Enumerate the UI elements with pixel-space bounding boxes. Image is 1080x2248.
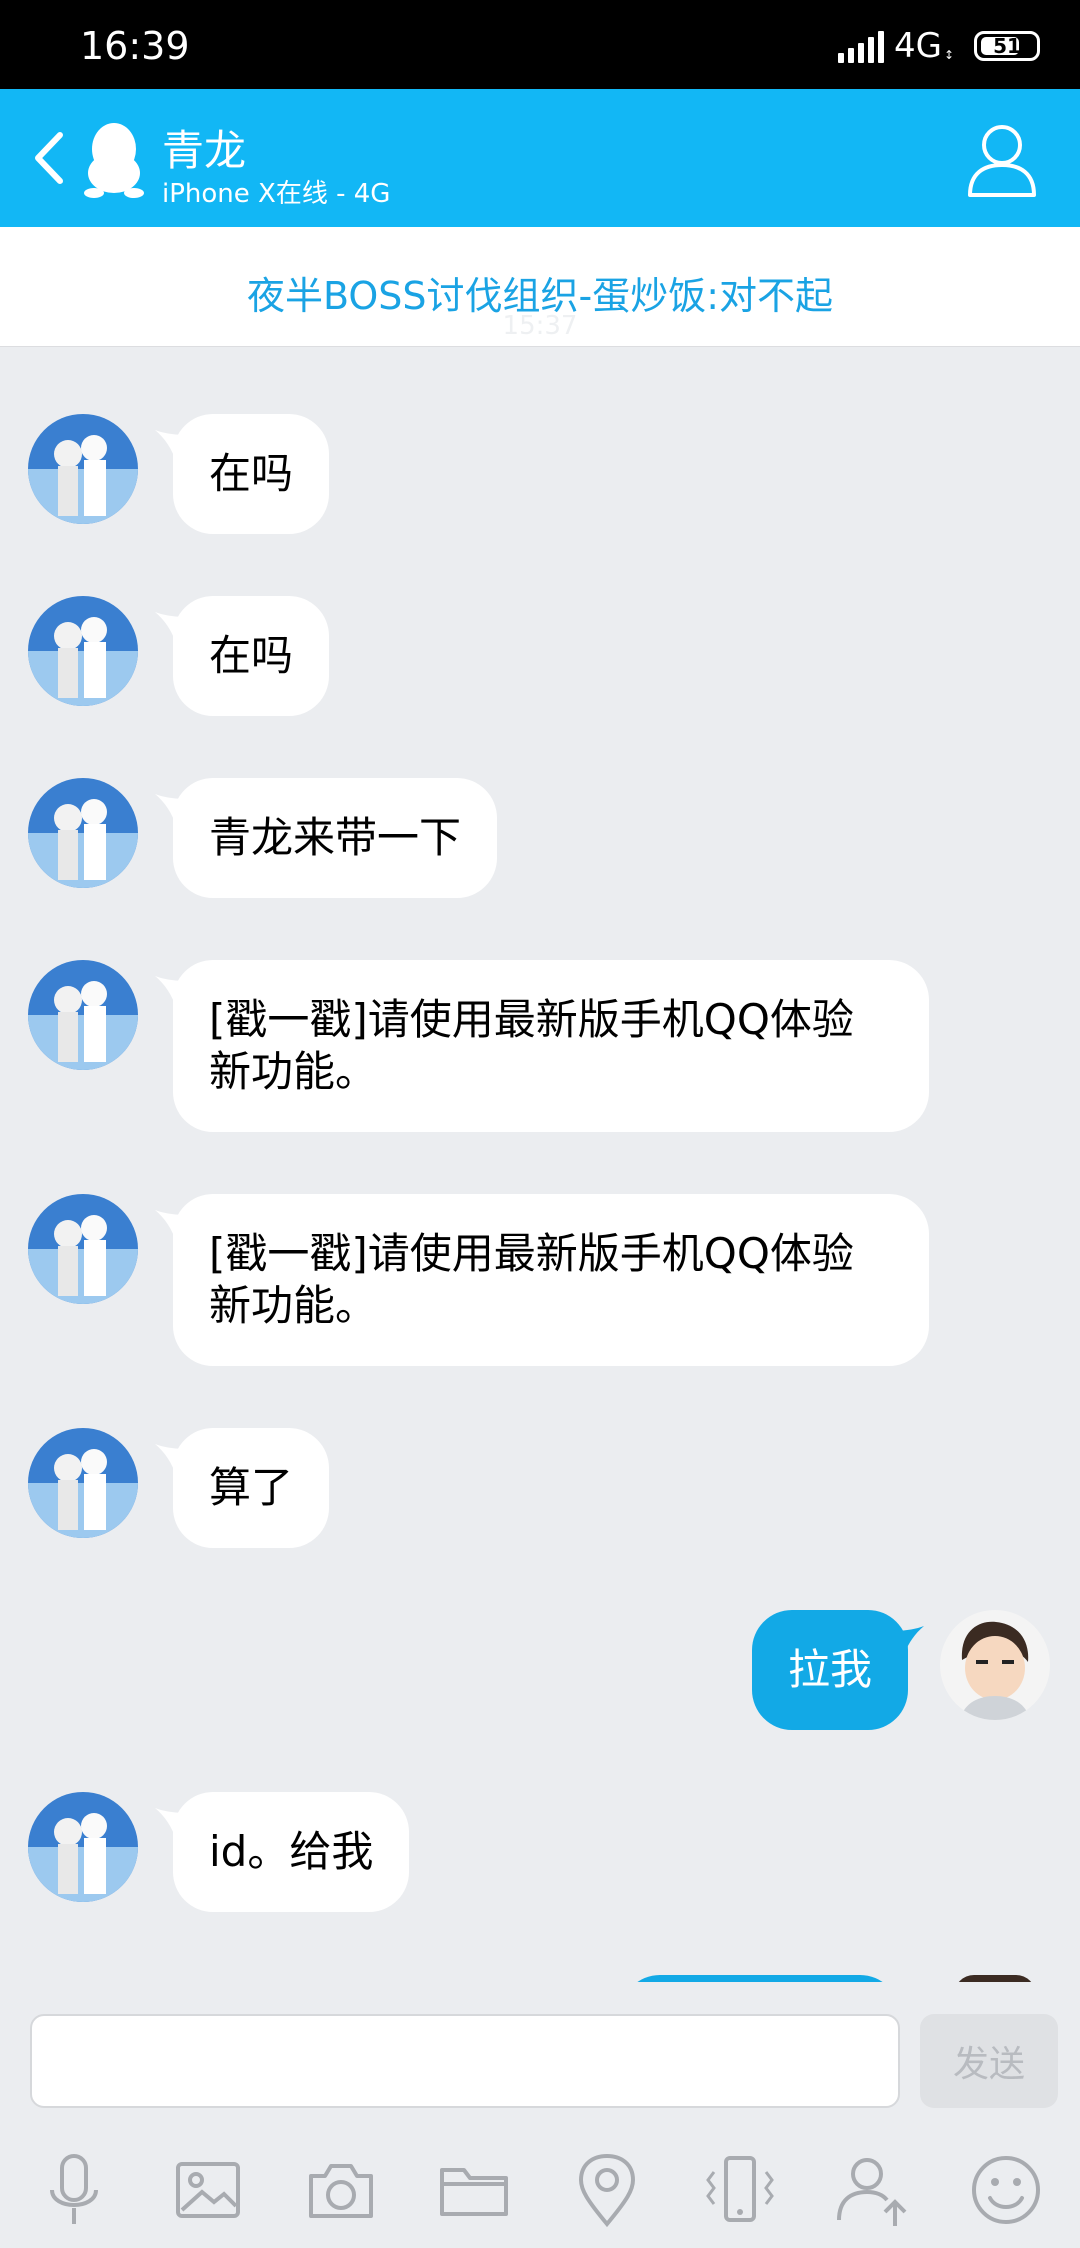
folder-icon[interactable] <box>434 2150 514 2230</box>
emoji-icon[interactable] <box>966 2150 1046 2230</box>
group-message-notice[interactable]: 夜半BOSS讨伐组织-蛋炒饭:对不起 15:37 <box>0 227 1080 347</box>
battery-level: 51 <box>993 34 1021 58</box>
chat-message-list[interactable]: 在吗 在吗 青龙来带一下 [戳一戳]请使用最新版手机QQ体验新功能。 [戳一戳]… <box>0 347 1080 1982</box>
chat-header: 青龙 iPhone X在线 - 4G <box>0 89 1080 227</box>
status-bar: 16:39 4G ↕ 51 <box>0 0 1080 89</box>
message-bubble[interactable]: 算了 <box>173 1428 330 1548</box>
message-input[interactable] <box>30 2014 900 2108</box>
contact-avatar[interactable] <box>28 1428 138 1538</box>
qq-penguin-icon <box>84 123 144 198</box>
message-bubble[interactable]: [戳一戳]请使用最新版手机QQ体验新功能。 <box>173 1194 929 1366</box>
message-bubble[interactable]: 青龙来带一下 <box>173 778 498 898</box>
microphone-icon[interactable] <box>34 2150 114 2230</box>
contact-card-icon[interactable] <box>833 2150 913 2230</box>
input-bar: 发送 <box>0 1982 1080 2248</box>
signal-icon <box>837 29 884 63</box>
status-time: 16:39 <box>80 24 190 68</box>
user-avatar[interactable] <box>954 1975 1036 1982</box>
contact-avatar[interactable] <box>28 414 138 524</box>
camera-icon[interactable] <box>301 2150 381 2230</box>
contact-avatar[interactable] <box>28 960 138 1070</box>
message-bubble[interactable]: id。给我 <box>173 1792 410 1912</box>
contact-avatar[interactable] <box>28 596 138 706</box>
message-bubble-outgoing[interactable] <box>620 1975 900 1982</box>
contact-online-status: iPhone X在线 - 4G <box>162 179 391 209</box>
data-activity-icon: ↕ <box>943 48 954 62</box>
contact-avatar[interactable] <box>28 1792 138 1902</box>
location-icon[interactable] <box>567 2150 647 2230</box>
notice-timestamp: 15:37 <box>502 311 578 341</box>
bubble-tail <box>884 1626 924 1660</box>
back-button[interactable] <box>20 125 80 191</box>
toolbar <box>0 2150 1080 2240</box>
message-bubble[interactable]: [戳一戳]请使用最新版手机QQ体验新功能。 <box>173 960 929 1132</box>
network-type: 4G <box>893 26 942 66</box>
status-indicators: 4G ↕ 51 <box>837 24 1040 68</box>
battery-icon: 51 <box>974 31 1040 61</box>
message-bubble[interactable]: 在吗 <box>173 596 330 716</box>
image-icon[interactable] <box>168 2150 248 2230</box>
contact-name: 青龙 <box>162 126 247 175</box>
user-avatar[interactable] <box>940 1610 1050 1720</box>
send-button[interactable]: 发送 <box>920 2014 1058 2108</box>
message-bubble[interactable]: 在吗 <box>173 414 330 534</box>
shake-icon[interactable] <box>700 2150 780 2230</box>
contact-avatar[interactable] <box>28 1194 138 1304</box>
profile-button[interactable] <box>964 119 1040 199</box>
contact-avatar[interactable] <box>28 778 138 888</box>
